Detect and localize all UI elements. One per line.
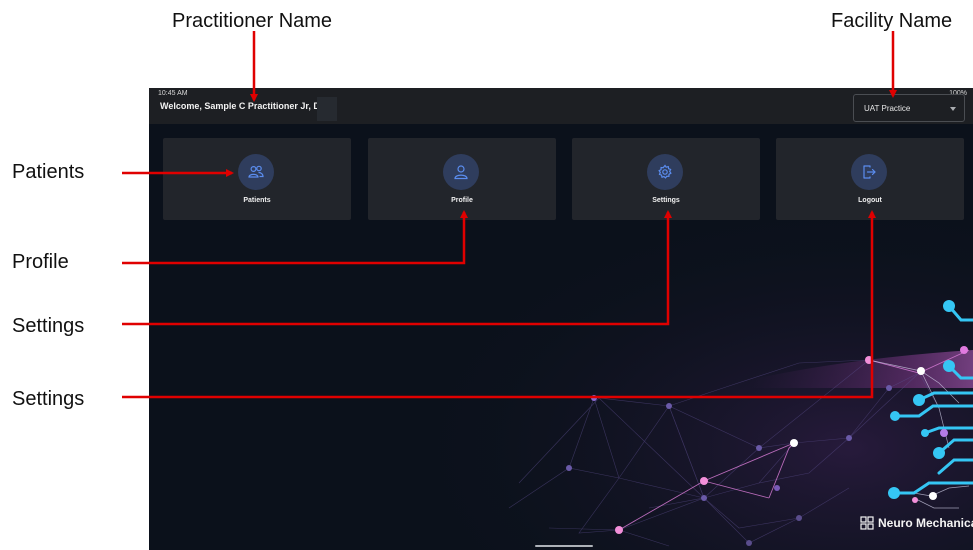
logout-arrow bbox=[122, 210, 876, 399]
profile-arrow bbox=[122, 210, 468, 265]
annotation-arrows bbox=[122, 31, 897, 399]
settings-arrow bbox=[122, 210, 672, 326]
